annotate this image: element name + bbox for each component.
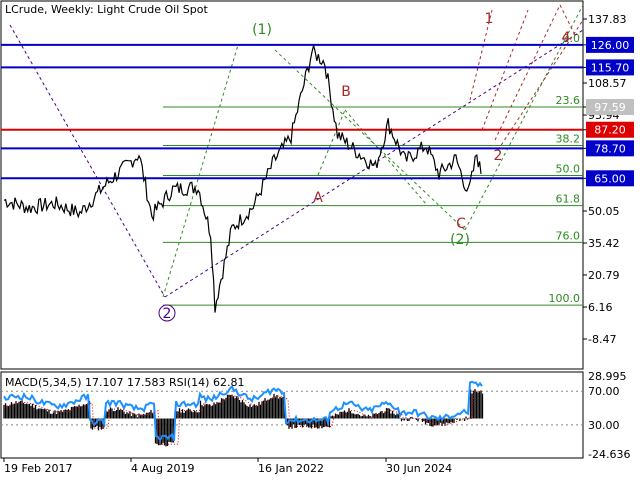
y-tick-label: 6.16	[588, 301, 613, 314]
indicator-title: MACD(5,34,5) 17.107 17.583 RSI(14) 62.81	[5, 376, 244, 389]
wave-label: 1	[485, 11, 494, 27]
indicator-y-tick-label: 70.00	[588, 385, 620, 398]
wave-label: C	[456, 216, 466, 232]
level-tag-label: 87.20	[594, 124, 626, 137]
indicator-y-tick-label: 30.00	[588, 419, 620, 432]
gray-level-tag-label: 97.59	[594, 101, 626, 114]
wave-label: (1)	[252, 22, 272, 38]
chart-svg: 0.023.638.250.061.876.0100.0 (1)ABC(2)12…	[0, 0, 634, 475]
fib-label: 50.0	[556, 162, 581, 175]
level-tag-label: 115.70	[591, 61, 630, 74]
x-tick-label: 16 Jan 2022	[258, 462, 324, 475]
level-tag-label: 78.70	[594, 142, 626, 155]
fib-label: 76.0	[556, 229, 581, 242]
chart-title: LCrude, Weekly: Light Crude Oil Spot	[5, 3, 208, 16]
indicator-y-tick-label: 28.995	[588, 370, 627, 383]
x-tick-label: 30 Jun 2024	[386, 462, 452, 475]
level-tag-label: 126.00	[591, 39, 630, 52]
y-tick-label: 20.79	[588, 269, 620, 282]
fib-label: 38.2	[556, 132, 581, 145]
y-tick-label: 108.57	[588, 77, 627, 90]
x-tick-label: 19 Feb 2017	[4, 462, 72, 475]
wave-label: B	[341, 84, 351, 100]
wave-label: (2)	[450, 232, 470, 248]
time-axis-group: 19 Feb 2017 4 Aug 2019 16 Jan 2022 30 Jun 2…	[3, 458, 452, 475]
y-tick-label: -8.47	[588, 333, 616, 346]
x-tick-label: 4 Aug 2019	[131, 462, 194, 475]
main-panel-frame	[0, 0, 584, 370]
y-tick-label: 50.05	[588, 205, 620, 218]
wave-label: 2	[163, 306, 172, 322]
indicator-y-tick-label: -24.636	[588, 448, 630, 461]
wave-label: 4	[562, 30, 571, 46]
y-tick-label: 137.83	[588, 13, 627, 26]
level-tag-label: 65.00	[594, 172, 626, 185]
fib-label: 23.6	[556, 94, 581, 107]
y-tick-label: 35.42	[588, 237, 620, 250]
trading-chart: 0.023.638.250.061.876.0100.0 (1)ABC(2)12…	[0, 0, 640, 480]
fib-label: 100.0	[549, 292, 581, 305]
price-axis-group: 137.83126.00115.70108.5797.5993.9487.207…	[583, 13, 634, 346]
fib-label: 61.8	[556, 193, 581, 206]
wave-label: A	[313, 190, 323, 206]
wave-label: 2	[494, 148, 503, 164]
